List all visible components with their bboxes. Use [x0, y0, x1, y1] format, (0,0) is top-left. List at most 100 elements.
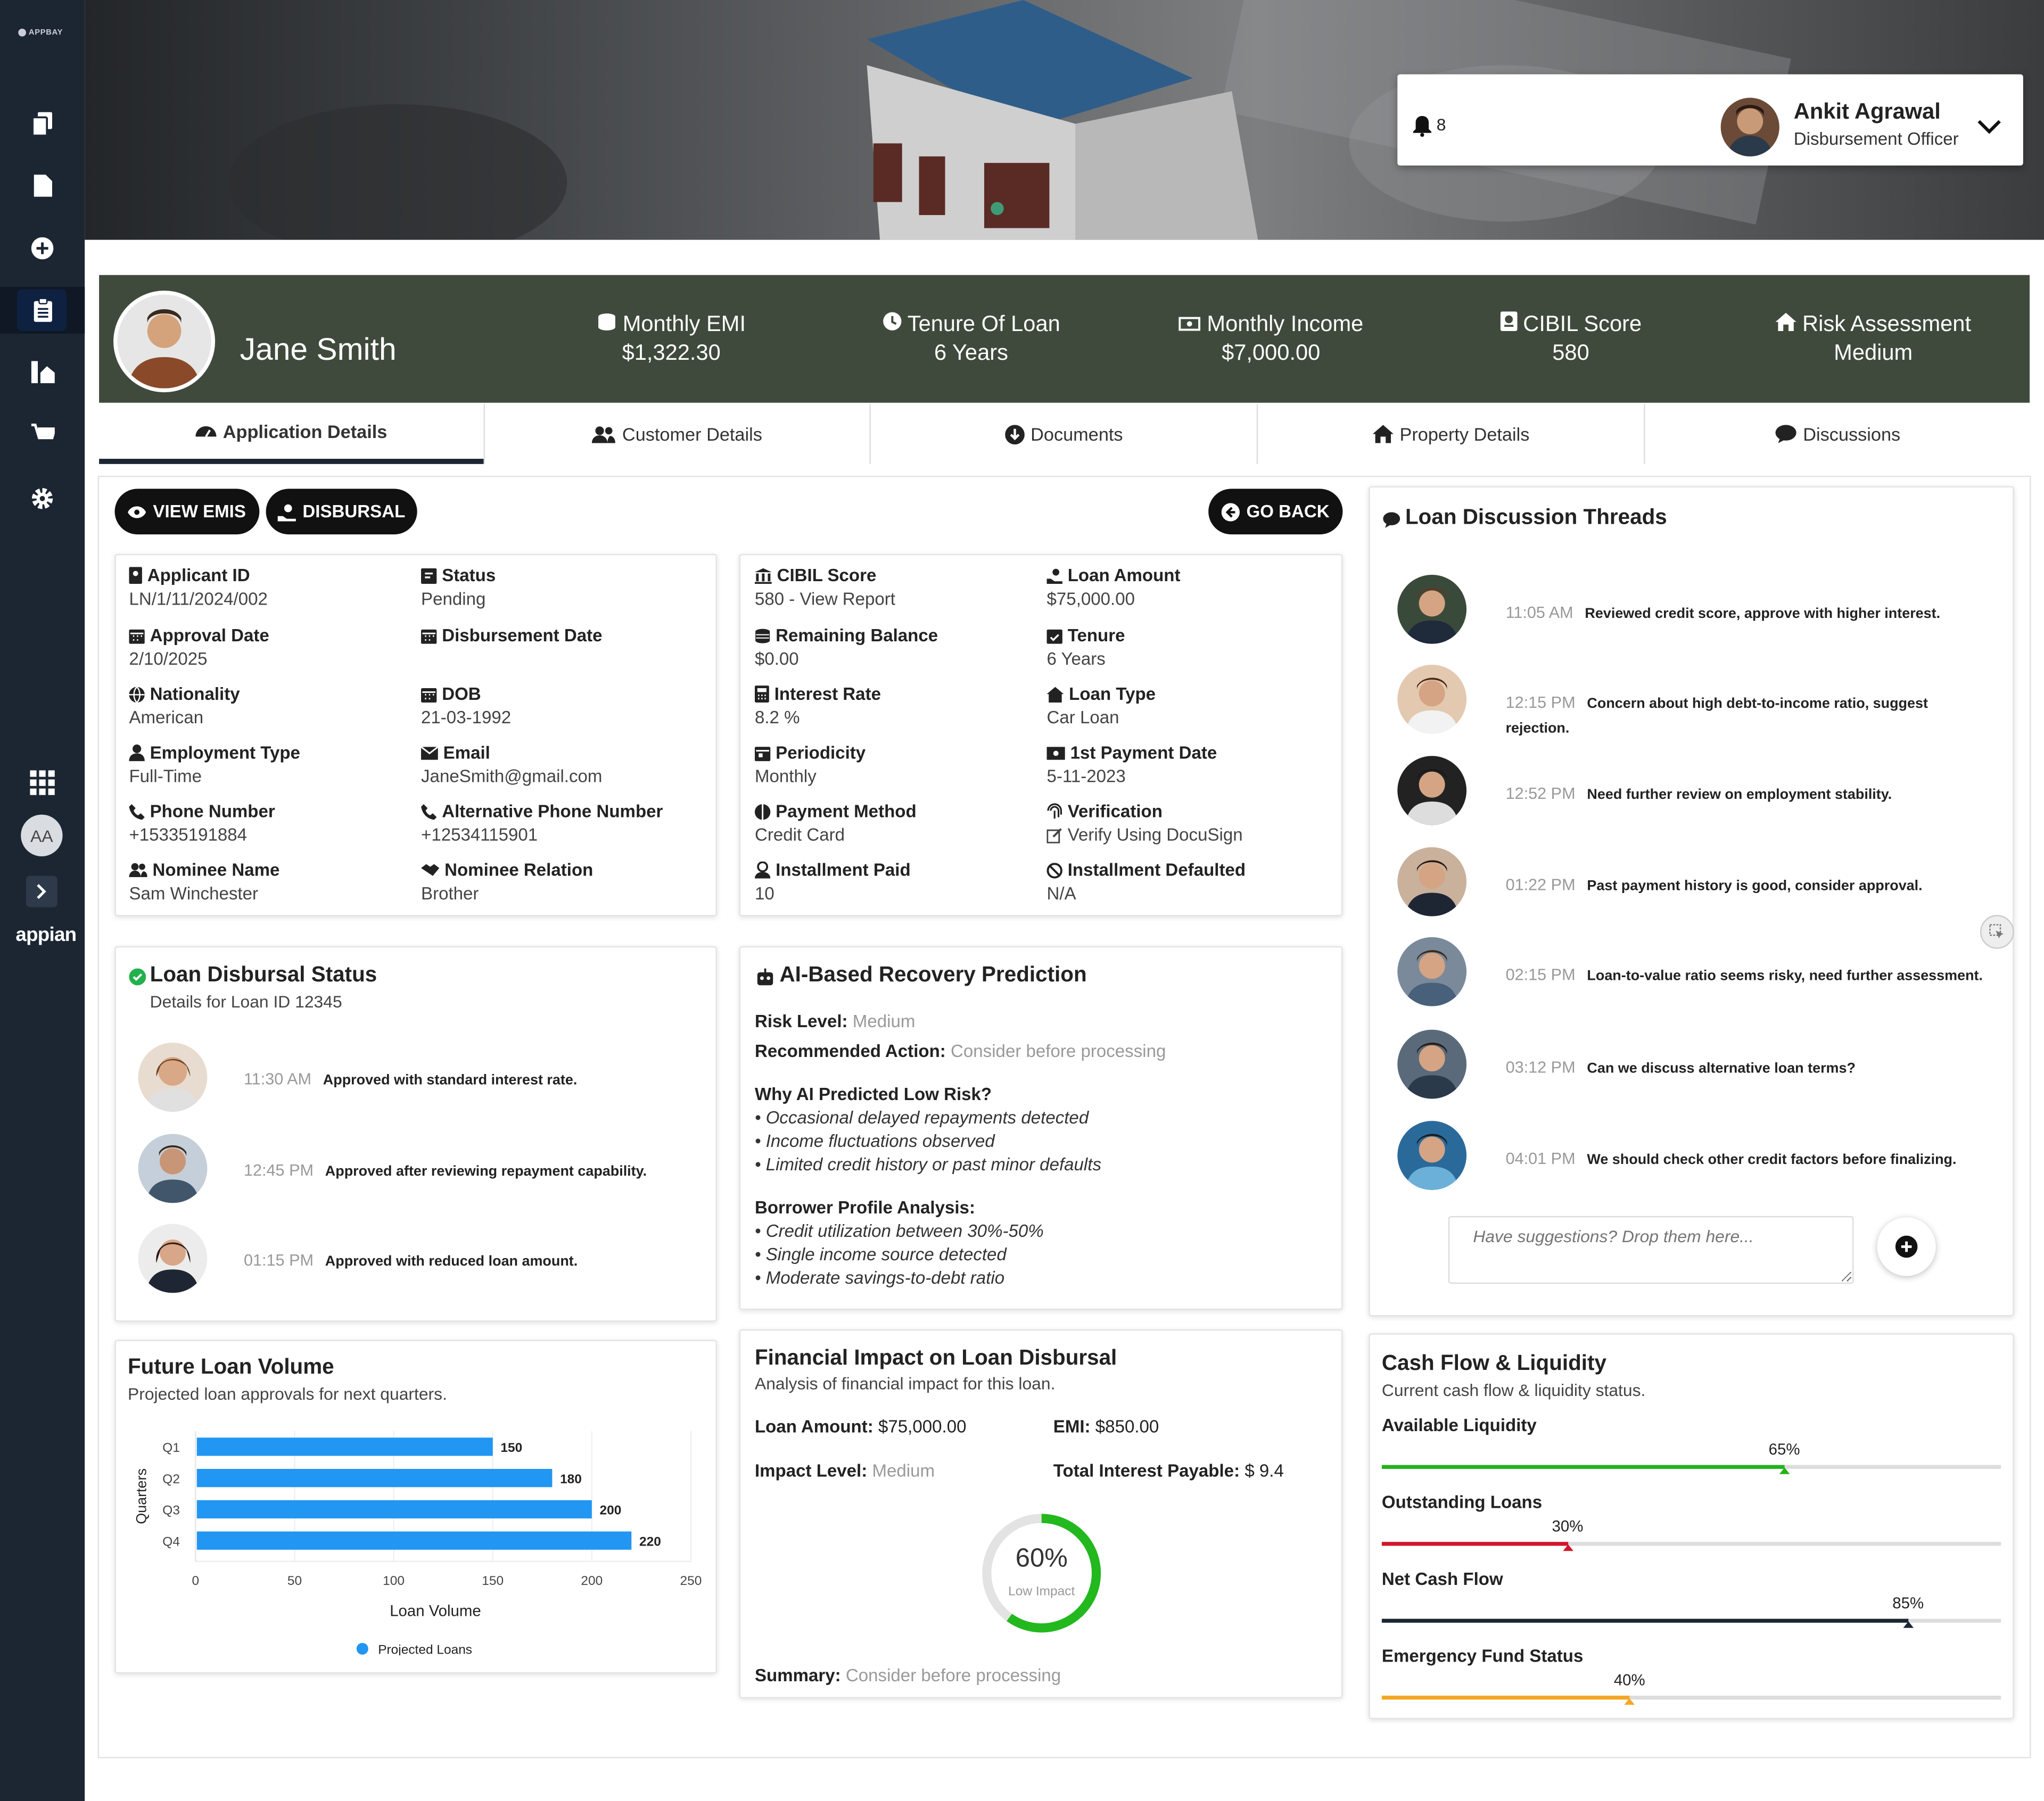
field-value: Car Loan	[1046, 707, 1119, 728]
tab-property-details[interactable]: Property Details	[1258, 404, 1644, 464]
cart-icon[interactable]	[0, 410, 85, 457]
appian-logo: appian	[15, 924, 77, 946]
disbursal-button[interactable]: DISBURSAL	[266, 489, 417, 535]
sidebar-user-avatar[interactable]: AA	[21, 814, 63, 856]
metric-value: $75,000.00	[878, 1417, 967, 1436]
impact-summary: Summary: Consider before processing	[755, 1666, 1061, 1686]
tab-customer-details[interactable]: Customer Details	[485, 404, 869, 464]
phone-icon	[129, 803, 145, 820]
suggestion-input[interactable]	[1448, 1216, 1854, 1284]
discussion-title: Loan Discussion Threads	[1405, 506, 1667, 530]
cash-flow-subtitle: Current cash flow & liquidity status.	[1381, 1380, 1646, 1400]
disbursal-status-title: Loan Disbursal Status	[150, 963, 377, 987]
ban-icon	[1046, 862, 1062, 878]
field-installment-paid: Installment Paid 10	[754, 860, 911, 903]
app-logo: APPBAY	[18, 29, 63, 37]
field-label: Tenure	[1067, 625, 1125, 646]
button-label: GO BACK	[1246, 501, 1330, 522]
calculator-icon	[754, 685, 769, 703]
thread-text: We should check other credit factors bef…	[1587, 1152, 1957, 1168]
file-icon[interactable]	[0, 162, 85, 209]
status-icon	[421, 567, 437, 583]
hand-holding-dollar-icon	[277, 503, 296, 521]
field-label: Alternative Phone Number	[442, 802, 663, 821]
home-icon	[1372, 425, 1394, 443]
field-email: Email JaneSmith@gmail.com	[421, 743, 602, 786]
verify-docusign-link[interactable]: Verify Using DocuSign	[1046, 825, 1243, 845]
impact-interest: Total Interest Payable: $ 9.4	[1053, 1461, 1284, 1481]
money-bill-icon	[1178, 317, 1201, 331]
field-value: Credit Card	[754, 825, 845, 845]
users-icon	[129, 863, 147, 878]
field-value: 21-03-1992	[421, 707, 512, 728]
tab-label: Property Details	[1399, 423, 1530, 445]
gear-icon[interactable]	[0, 474, 85, 521]
thread-text: Loan-to-value ratio seems risky, need fu…	[1587, 968, 1983, 984]
expand-sidebar-button[interactable]	[26, 875, 57, 907]
user-menu-card[interactable]: 8 Ankit Agrawal Disbursement Officer	[1397, 74, 2023, 166]
add-circle-icon[interactable]	[0, 224, 85, 271]
bar-data-label: 200	[600, 1503, 622, 1518]
copy-documents-icon[interactable]	[0, 101, 85, 147]
financial-impact-title: Financial Impact on Loan Disbursal	[754, 1346, 1117, 1370]
bell-icon[interactable]	[1413, 115, 1431, 137]
action-value: Consider before processing	[951, 1041, 1166, 1061]
view-report-link[interactable]: 580 - View Report	[755, 589, 895, 609]
list-item: 03:12 PM Can we discuss alternative loan…	[1506, 1056, 1988, 1081]
field-label: DOB	[442, 684, 481, 704]
chevron-down-icon[interactable]	[1977, 120, 2001, 134]
list-item: 12:52 PM Need further review on employme…	[1506, 782, 1988, 807]
why-item: • Income fluctuations observed	[754, 1131, 995, 1151]
bar-data-label: 150	[500, 1441, 522, 1455]
user-check-icon	[754, 861, 771, 879]
calendar-check-icon	[1046, 629, 1062, 643]
avatar	[138, 1134, 208, 1203]
tab-label: Application Details	[222, 421, 388, 442]
avatar	[1397, 937, 1467, 1006]
bar-name: Outstanding Loans	[1381, 1492, 1543, 1512]
tab-discussions[interactable]: Discussions	[1645, 404, 2031, 464]
clipboard-icon[interactable]	[0, 286, 85, 334]
field-status: Status Pending	[421, 566, 496, 609]
metric-label: Impact Level:	[754, 1461, 868, 1481]
field-label: Disbursement Date	[442, 625, 603, 646]
tab-application-details[interactable]: Application Details	[99, 404, 484, 464]
metric-label: Summary:	[754, 1665, 841, 1686]
go-back-button[interactable]: GO BACK	[1208, 489, 1343, 535]
field-label: Email	[443, 742, 490, 763]
plus-circle-icon	[1895, 1235, 1918, 1258]
progress-fill	[1381, 1618, 1908, 1623]
floating-assist-button[interactable]	[1980, 915, 2014, 949]
field-phone: Phone Number +15335191884	[129, 802, 275, 845]
thread-time: 12:15 PM	[1505, 693, 1576, 712]
metric-label: Loan Amount:	[754, 1417, 873, 1436]
thread-text: Past payment history is good, consider a…	[1587, 878, 1923, 894]
gauge-icon	[195, 426, 217, 437]
applicant-name: Jane Smith	[240, 332, 397, 368]
add-comment-button[interactable]	[1877, 1217, 1936, 1276]
list-item: 04:01 PM We should check other credit fa…	[1506, 1147, 1988, 1172]
field-label: Employment Type	[150, 742, 300, 763]
tab-documents[interactable]: Documents	[871, 404, 1257, 464]
x-tick-label: 50	[287, 1574, 302, 1588]
field-dob: DOB 21-03-1992	[421, 684, 511, 728]
user-tie-icon	[129, 744, 145, 762]
kpi-cibil-score: CIBIL Score 580	[1440, 310, 1701, 368]
field-label: Phone Number	[150, 802, 275, 821]
view-emis-button[interactable]: VIEW EMIS	[114, 489, 260, 535]
field-value: Sam Winchester	[129, 883, 258, 904]
field-label: Interest Rate	[774, 684, 881, 704]
field-label: Status	[442, 565, 496, 585]
future-volume-title: Future Loan Volume	[128, 1355, 334, 1379]
kpi-label: Tenure Of Loan	[907, 311, 1060, 336]
bar-data-label: 220	[639, 1534, 661, 1549]
apps-grid-icon[interactable]	[0, 758, 85, 805]
field-payment-method: Payment Method Credit Card	[754, 802, 917, 845]
money-bill-icon	[1046, 746, 1065, 759]
risk-level-row: Risk Level: Medium	[755, 1011, 915, 1031]
entry-text: Approved with reduced loan amount.	[325, 1253, 578, 1270]
kpi-value: 580	[1552, 340, 1589, 365]
house-chart-icon[interactable]	[0, 348, 85, 395]
why-item: • Limited credit history or past minor d…	[754, 1154, 1102, 1175]
calendar-days-icon	[754, 746, 771, 761]
